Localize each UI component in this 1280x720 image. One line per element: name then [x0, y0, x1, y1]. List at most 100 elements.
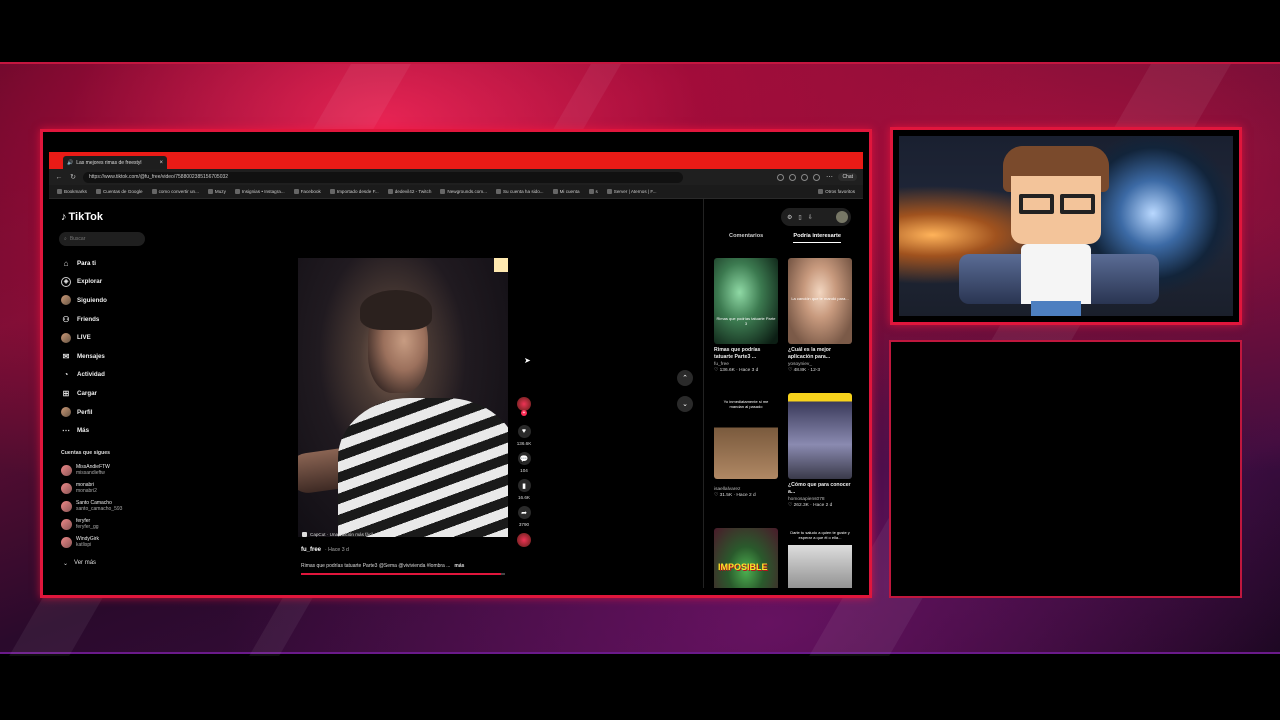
more-link[interactable]: más: [454, 563, 464, 569]
sidebar-item-actividad[interactable]: ◔ Actividad: [61, 366, 107, 385]
top-right-toolbar: ⚙ ▯ ⇩: [781, 208, 851, 226]
back-icon[interactable]: ←: [55, 174, 63, 181]
bookmark[interactable]: Cuentas de Google: [95, 189, 143, 194]
comment-button[interactable]: 💬 104: [515, 452, 533, 473]
sidebar-item-siguiendo[interactable]: Siguiendo: [61, 291, 107, 310]
video-player[interactable]: [298, 258, 508, 537]
bookmark[interactable]: Muzy: [207, 189, 226, 194]
profile-icon[interactable]: [813, 173, 821, 181]
video-author[interactable]: fu_free · Hace 3 d: [301, 547, 349, 553]
share-button[interactable]: ➦ 3790: [515, 506, 533, 527]
video-frame-hair: [360, 290, 432, 330]
bookmark[interactable]: como convertir un...: [151, 189, 199, 194]
settings-icon[interactable]: ⚙: [787, 214, 792, 221]
bookmark-icon: [440, 189, 446, 194]
comment-count: 104: [520, 468, 528, 473]
sidebar-item-explorar[interactable]: ◈ Explorar: [61, 273, 107, 292]
like-count: 136.6K: [516, 441, 532, 446]
avatar-body: [1021, 244, 1091, 304]
browser-window: 🔊 Las mejores rimas de freestyl × ← ↻ ht…: [49, 152, 863, 588]
sidebar-item-mensajes[interactable]: ✉ Mensajes: [61, 347, 107, 366]
translate-icon[interactable]: [789, 173, 797, 181]
bookmark-icon: [57, 189, 62, 194]
search-icon: ⌕: [64, 236, 67, 242]
video-card[interactable]: La canción que te mandó para... ¿Cuál es…: [788, 258, 852, 393]
list-item[interactable]: Santo Camacho santo_camacho_593: [61, 497, 122, 515]
url-field[interactable]: https://www.tiktok.com/@fu_free/video/75…: [83, 171, 683, 183]
tab-title: Las mejores rimas de freestyl: [76, 159, 142, 166]
bookmark-icon: [207, 189, 213, 194]
home-icon: ⌂: [63, 258, 69, 268]
video-card[interactable]: Rimas que podrías tatuarte Parte 3 Rimas…: [714, 258, 778, 393]
sidebar-item-para-ti[interactable]: ⌂ Para ti: [61, 254, 107, 273]
like-button[interactable]: ♥ 136.6K: [515, 425, 533, 446]
device-icon[interactable]: ▯: [798, 214, 801, 221]
bookmark[interactable]: s: [588, 189, 598, 194]
bookmark[interactable]: Su cuenta ha sido...: [495, 189, 544, 194]
tiktok-logo[interactable]: ♪ TikTok: [61, 211, 103, 223]
video-card[interactable]: Yo inmediatamente si me mandan al pasado…: [714, 393, 778, 528]
chat-button[interactable]: Chat: [838, 173, 857, 181]
bookmark-icon: [293, 189, 299, 194]
bookmark[interactable]: Insignias • Instagra...: [234, 189, 285, 194]
search-input[interactable]: ⌕ Buscar: [59, 232, 145, 246]
other-bookmarks[interactable]: Otros favoritos: [818, 189, 855, 194]
video-progress-bar[interactable]: [301, 573, 505, 575]
star-icon[interactable]: [801, 173, 809, 181]
list-item[interactable]: MissAndieFTW missandieftw: [61, 461, 122, 479]
author-avatar[interactable]: [517, 397, 531, 416]
sidebar-item-mas[interactable]: ⋯ Más: [61, 421, 107, 440]
previous-video-button[interactable]: ⌃: [677, 370, 693, 386]
bookmark[interactable]: Facebook: [293, 189, 321, 194]
sidebar-nav: ⌂ Para ti ◈ Explorar Siguiendo ⚇ Friends LI…: [61, 254, 107, 440]
bookmark-icon: [606, 189, 612, 194]
folder-icon: [818, 189, 824, 194]
bookmark-icon: [387, 189, 393, 194]
sidebar-item-cargar[interactable]: ⊞ Cargar: [61, 384, 107, 403]
following-icon: [61, 295, 71, 306]
bookmark[interactable]: dedevil42 - Twitch: [387, 189, 431, 194]
chevron-down-icon: ⌄: [682, 401, 688, 408]
avatar[interactable]: [836, 211, 848, 223]
bookmark[interactable]: Newgrounds.com...: [440, 189, 487, 194]
video-thumbnail: Darle tu saludo a quien te guste y esper…: [788, 528, 852, 588]
close-tab-icon[interactable]: ×: [159, 160, 163, 166]
avatar: [61, 500, 72, 512]
download-icon[interactable]: ⇩: [808, 214, 813, 221]
address-bar: ← ↻ https://www.tiktok.com/@fu_free/vide…: [49, 169, 863, 185]
video-card[interactable]: Darle tu saludo a quien te guste y esper…: [788, 528, 852, 588]
extension-icon[interactable]: [777, 173, 785, 181]
sidebar-item-live[interactable]: LIVE: [61, 328, 107, 347]
video-frame-shirt: [338, 398, 508, 537]
bookmark-icon: [588, 189, 594, 194]
save-count: 16.6K: [517, 495, 530, 500]
bookmark-icon: [151, 189, 157, 194]
reload-icon[interactable]: ↻: [69, 173, 77, 181]
speaker-icon: 🔊: [67, 159, 74, 166]
browser-tab[interactable]: 🔊 Las mejores rimas de freestyl ×: [63, 156, 167, 169]
list-item[interactable]: feryfer feryfer_gg: [61, 515, 122, 533]
sidebar-item-perfil[interactable]: Perfil: [61, 403, 107, 422]
next-video-button[interactable]: ⌄: [677, 396, 693, 412]
video-card[interactable]: IMPOSIBLE: [714, 528, 778, 588]
chevron-down-icon: ⌄: [63, 561, 69, 567]
sidebar-item-friends[interactable]: ⚇ Friends: [61, 310, 107, 329]
tab-podria-interesarte[interactable]: Podría interesarte: [793, 233, 841, 243]
menu-icon[interactable]: ⋯: [825, 173, 833, 181]
bookmark[interactable]: Mi cuenta: [552, 189, 580, 194]
save-button[interactable]: ▮ 16.6K: [515, 479, 533, 500]
capcut-label[interactable]: CapCut · Una edición más fácil: [302, 532, 373, 537]
bookmark[interactable]: Importado desde F...: [329, 189, 379, 194]
bookmark-icon: [95, 189, 101, 194]
tab-comentarios[interactable]: Comentarios: [729, 233, 763, 243]
bookmark[interactable]: Bookmarks: [57, 189, 87, 194]
tab-bar: 🔊 Las mejores rimas de freestyl ×: [49, 152, 863, 169]
avatar: [61, 518, 72, 530]
video-thumbnail: IMPOSIBLE: [714, 528, 778, 588]
list-item[interactable]: monabri monabri2: [61, 479, 122, 497]
bookmark[interactable]: Server | Aternos | F...: [606, 189, 657, 194]
music-disc-icon[interactable]: [517, 533, 531, 547]
list-item[interactable]: WindyGirk katlispi: [61, 533, 122, 551]
see-more-button[interactable]: ⌄ Ver más: [63, 560, 96, 567]
video-card[interactable]: ¿Cómo que para conocer a... homosapiens0…: [788, 393, 852, 528]
